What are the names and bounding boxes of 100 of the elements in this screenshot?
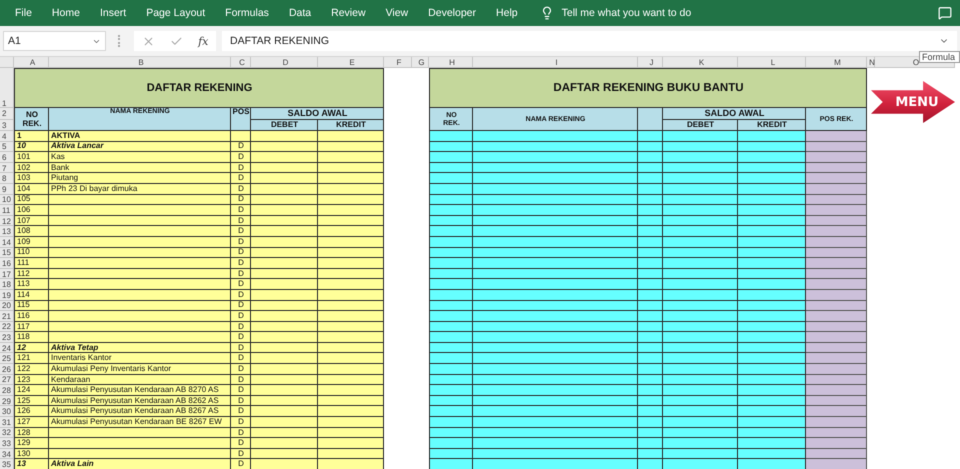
row-header[interactable]: 25 [0,353,14,364]
column-header[interactable]: E [318,57,384,68]
column-header[interactable]: B [49,57,231,68]
row-header[interactable]: 27 [0,374,14,386]
table-cell [429,279,473,290]
ribbon-tab[interactable]: Data [288,7,312,19]
row-header[interactable]: 23 [0,332,14,343]
select-all-button[interactable] [0,57,14,68]
ribbon-tab[interactable]: Help [496,7,518,19]
column-header[interactable]: N [867,57,875,68]
row-header[interactable]: 6 [0,152,14,163]
row-header[interactable]: 24 [0,342,14,354]
row-header[interactable]: 28 [0,385,14,396]
ribbon-tab[interactable]: Developer [428,7,476,19]
table-cell [738,406,806,418]
row-header[interactable]: 14 [0,236,14,248]
ribbon-tab[interactable]: Insert [100,7,126,19]
row-header[interactable]: 4 [0,131,14,142]
table-cell: Aktiva Tetap [49,342,231,354]
row-header[interactable]: 33 [0,438,14,449]
table-cell [251,194,318,206]
table-cell [638,406,663,418]
column-header[interactable]: L [738,57,806,68]
column-header[interactable]: K [663,57,738,68]
row-header[interactable]: 9 [0,184,14,195]
ribbon-tab[interactable]: File [15,7,32,19]
column-header[interactable]: I [473,57,638,68]
check-icon[interactable] [170,34,183,48]
table-cell: D [231,173,251,184]
table-cell [738,385,806,396]
column-header[interactable]: A [14,57,49,68]
column-header[interactable]: G [412,57,429,68]
table-cell [738,173,806,184]
name-box[interactable]: A1 [3,31,106,51]
table-cell [318,438,384,449]
row-header[interactable]: 12 [0,216,14,226]
formula-field[interactable]: DAFTAR REKENING [222,31,957,51]
ribbon-tab[interactable]: View [386,7,408,19]
row-header[interactable]: 35 [0,459,14,469]
row-header[interactable]: 2 [0,108,14,120]
row-header[interactable]: 19 [0,290,14,300]
row-header[interactable]: 17 [0,268,14,280]
column-header[interactable]: F [384,57,412,68]
row-header[interactable]: 1 [0,68,14,108]
column-header[interactable]: C [231,57,251,68]
row-header[interactable]: 26 [0,364,14,375]
column-header[interactable]: J [638,57,663,68]
row-header[interactable]: 7 [0,162,14,174]
row-header[interactable]: 34 [0,448,14,460]
row-header[interactable]: 31 [0,417,14,428]
row-header[interactable]: 11 [0,205,14,216]
table-cell [429,417,473,428]
table-cell [318,268,384,280]
column-header[interactable]: M [806,57,867,68]
tell-me-search[interactable]: Tell me what you want to do [562,7,692,19]
row-header[interactable]: 8 [0,173,14,184]
ribbon-tab[interactable]: Page Layout [146,7,206,19]
cancel-icon[interactable] [142,34,155,48]
table-cell: D [231,448,251,460]
table-cell: 13 [14,459,49,469]
insert-function-button[interactable]: fx [198,34,208,48]
table-cell [806,428,867,438]
table-cell [251,236,318,248]
row-header[interactable]: 32 [0,428,14,438]
table-cell [738,142,806,152]
column-header[interactable]: H [429,57,473,68]
row-header[interactable]: 18 [0,279,14,290]
row-header[interactable]: 21 [0,311,14,322]
table-cell [429,374,473,386]
row-header[interactable]: 15 [0,248,14,258]
table-cell: 129 [14,438,49,449]
row-header[interactable]: 5 [0,142,14,152]
row-header[interactable]: 22 [0,322,14,332]
row-header[interactable]: 16 [0,258,14,269]
table-cell: Akumulasi Penyusutan Kendaraan AB 8262 AS [49,396,231,406]
row-header[interactable]: 30 [0,406,14,418]
row-header[interactable]: 3 [0,120,14,131]
row-header[interactable]: 13 [0,226,14,237]
table-cell [251,396,318,406]
table-cell: 104 [14,184,49,195]
table-cell: D [231,300,251,312]
table-cell [738,290,806,300]
table-cell [318,131,384,142]
table-cell: D [231,236,251,248]
table-cell [638,311,663,322]
comment-icon[interactable] [938,6,952,20]
table-cell [738,428,806,438]
row-header[interactable]: 20 [0,300,14,312]
ribbon-tab[interactable]: Home [52,7,80,19]
table-cell [638,216,663,226]
menu-button[interactable]: MENU [871,81,955,123]
table-cell [806,226,867,237]
row-header[interactable]: 10 [0,194,14,206]
table-cell [738,184,806,195]
table-cell: D [231,438,251,449]
ribbon-tab[interactable]: Review [331,7,366,19]
row-header[interactable]: 29 [0,396,14,406]
ribbon-tab[interactable]: Formulas [225,7,269,19]
column-header[interactable]: D [251,57,318,68]
table-cell: 102 [14,162,49,174]
